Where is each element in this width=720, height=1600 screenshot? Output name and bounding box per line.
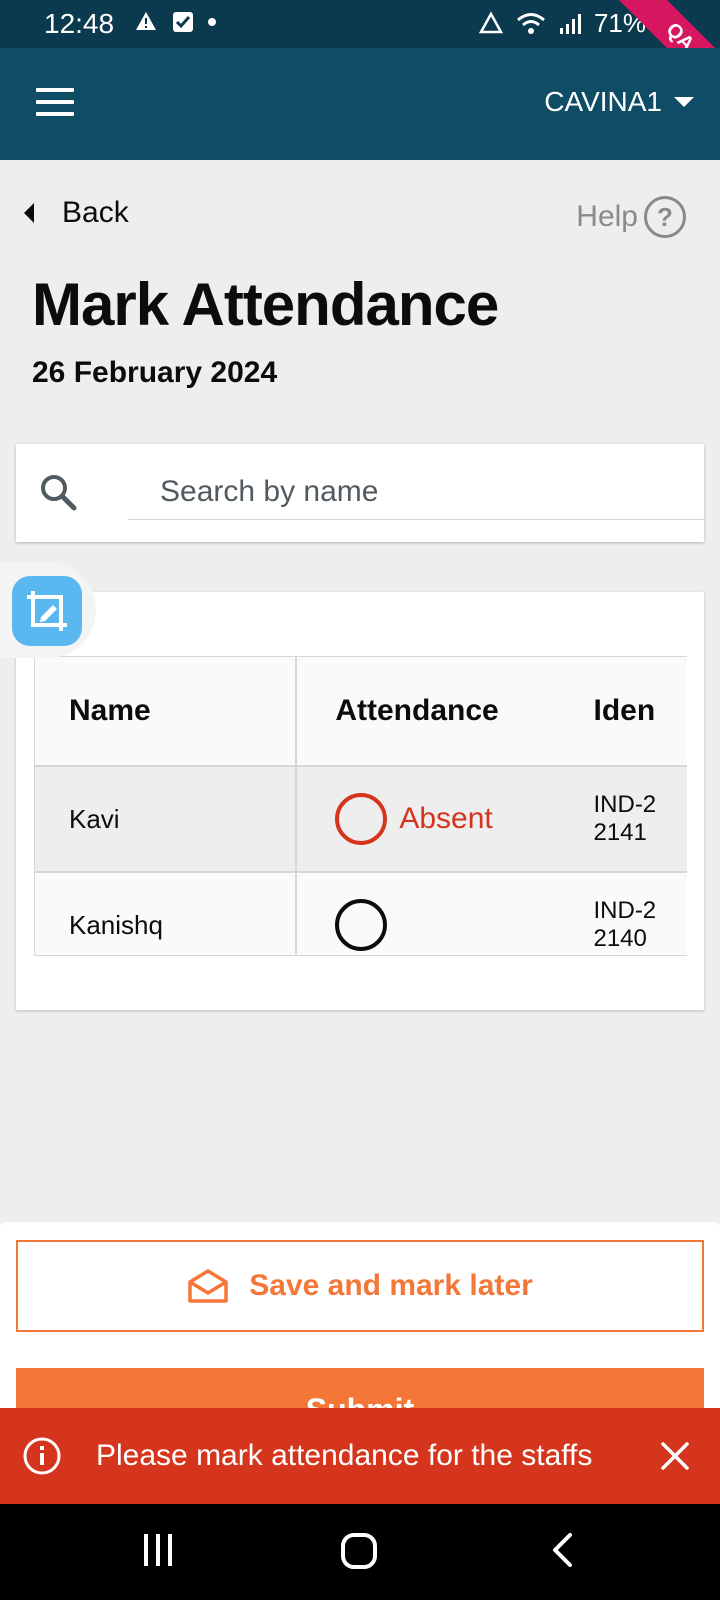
recent-apps-icon[interactable] xyxy=(140,1532,176,1568)
caret-down-icon xyxy=(674,97,694,107)
table-row: Kavi Absent IND-2 2141 xyxy=(35,767,687,873)
home-icon[interactable] xyxy=(340,1532,378,1570)
header-name: Name xyxy=(35,657,298,765)
back-button[interactable]: Back xyxy=(24,196,129,230)
attendance-radio[interactable] xyxy=(335,899,388,951)
save-later-label: Save and mark later xyxy=(249,1269,533,1302)
wifi-icon xyxy=(516,12,545,34)
status-bar: 12:48 71% QA xyxy=(0,0,720,48)
back-nav-icon[interactable] xyxy=(548,1532,578,1568)
signal-icon xyxy=(559,13,581,34)
identifier-line-1: IND-2 xyxy=(593,791,657,818)
help-icon: ? xyxy=(644,196,686,238)
save-and-mark-later-button[interactable]: Save and mark later xyxy=(16,1240,704,1332)
attendance-cell: Absent xyxy=(297,767,593,871)
crop-edit-icon xyxy=(27,591,67,631)
attendance-status: Absent xyxy=(399,802,493,835)
back-label: Back xyxy=(62,196,129,229)
help-label: Help xyxy=(576,200,638,233)
staff-name: Kanishq xyxy=(35,873,298,955)
edit-screenshot-button[interactable] xyxy=(12,576,82,646)
identifier-cell: IND-2 2141 xyxy=(593,767,687,871)
attendance-cell xyxy=(297,873,593,955)
status-time: 12:48 xyxy=(44,8,115,39)
table-header-row: Name Attendance Iden xyxy=(35,657,687,767)
attendance-radio[interactable] xyxy=(335,793,388,845)
identifier-line-1: IND-2 xyxy=(593,897,657,924)
help-button[interactable]: Help ? xyxy=(576,196,686,238)
header-attendance: Attendance xyxy=(335,694,499,727)
attendance-table-card: Name Attendance Iden Kavi Absent IND-2 2… xyxy=(16,592,704,1010)
checkbox-notification-icon xyxy=(173,12,193,32)
search-icon xyxy=(41,475,77,511)
identifier-line-2: 2141 xyxy=(593,819,647,846)
page-date: 26 February 2024 xyxy=(32,356,278,389)
sync-icon xyxy=(478,10,504,33)
caret-left-icon xyxy=(24,203,34,223)
dot-icon xyxy=(208,18,216,26)
staff-name: Kavi xyxy=(35,767,298,871)
drive-warning-icon xyxy=(136,12,156,30)
header-identifier: Iden xyxy=(593,694,656,727)
app-bar: CAVINA1 xyxy=(0,48,720,160)
toast-message: Please mark attendance for the staffs xyxy=(96,1439,593,1472)
search-input[interactable] xyxy=(128,464,704,520)
identifier-line-2: 2140 xyxy=(593,925,647,952)
edit-fab-container xyxy=(0,562,96,658)
page-title: Mark Attendance xyxy=(32,271,499,338)
envelope-open-icon xyxy=(188,1269,228,1303)
tenant-label: CAVINA1 xyxy=(544,86,662,117)
search-card xyxy=(16,444,704,542)
attendance-table: Name Attendance Iden Kavi Absent IND-2 2… xyxy=(34,656,687,956)
identifier-cell: IND-2 2140 xyxy=(593,873,687,955)
info-icon xyxy=(23,1437,61,1475)
tenant-selector[interactable]: CAVINA1 xyxy=(544,86,694,118)
close-icon[interactable] xyxy=(660,1441,690,1471)
system-nav-bar xyxy=(0,1504,720,1600)
hamburger-menu-icon[interactable] xyxy=(36,88,74,118)
error-toast: Please mark attendance for the staffs xyxy=(0,1408,720,1504)
table-row: Kanishq IND-2 2140 xyxy=(35,873,687,955)
